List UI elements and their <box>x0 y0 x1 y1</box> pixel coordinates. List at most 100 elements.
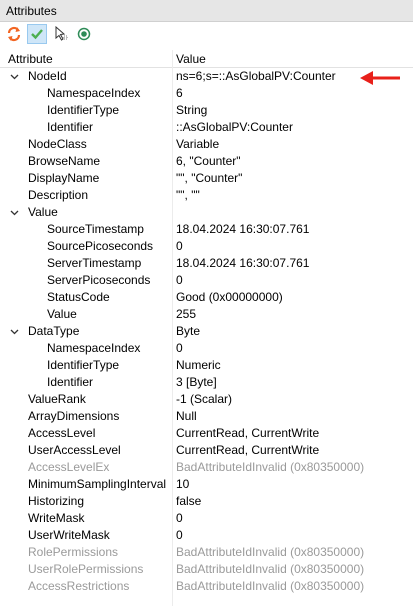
tree-row[interactable]: RolePermissions BadAttributeIdInvalid (0x… <box>0 544 413 561</box>
attribute-value: 18.04.2024 16:30:07.761 <box>176 256 310 270</box>
attribute-name: AccessLevel <box>28 426 96 440</box>
tree-row[interactable]: NodeId ns=6;s=::AsGlobalPV:Counter <box>0 68 413 85</box>
attribute-name: AccessRestrictions <box>28 579 130 593</box>
attribute-name: MinimumSamplingInterval <box>28 477 167 491</box>
attribute-value: "", "" <box>176 188 200 202</box>
attribute-name: NamespaceIndex <box>47 86 141 100</box>
attribute-value: 6, "Counter" <box>176 154 241 168</box>
attribute-name: BrowseName <box>28 154 101 168</box>
attribute-value: Variable <box>176 137 220 151</box>
tree-row[interactable]: ServerTimestamp 18.04.2024 16:30:07.761 <box>0 255 413 272</box>
attribute-name: AccessLevelEx <box>28 460 110 474</box>
toolbar <box>0 22 413 46</box>
check-icon <box>31 29 43 40</box>
attribute-name: DisplayName <box>28 171 100 185</box>
tree-row[interactable]: StatusCode Good (0x00000000) <box>0 289 413 306</box>
validate-toggle-button[interactable] <box>27 24 47 44</box>
attribute-value: 0 <box>176 239 183 253</box>
attribute-name: ArrayDimensions <box>28 409 120 423</box>
attribute-value: 0 <box>176 528 183 542</box>
pointer-icon <box>55 26 68 41</box>
attribute-value: ns=6;s=::AsGlobalPV:Counter <box>176 69 336 83</box>
tree-row[interactable]: ServerPicoseconds 0 <box>0 272 413 289</box>
tree-row[interactable]: IdentifierType String <box>0 102 413 119</box>
tree-row[interactable]: Value 255 <box>0 306 413 323</box>
column-header-attribute[interactable]: Attribute <box>8 50 53 68</box>
attribute-value: CurrentRead, CurrentWrite <box>176 426 320 440</box>
attribute-name: Historizing <box>28 494 85 508</box>
attribute-value: 18.04.2024 16:30:07.761 <box>176 222 310 236</box>
select-pointer-button[interactable] <box>51 24 71 44</box>
tree-row[interactable]: UserAccessLevel CurrentRead, CurrentWrite <box>0 442 413 459</box>
attribute-value: "", "Counter" <box>176 171 243 185</box>
tree-row[interactable]: MinimumSamplingInterval 10 <box>0 476 413 493</box>
attribute-value: Byte <box>176 324 201 338</box>
attribute-name: Value <box>28 205 58 219</box>
tree-row[interactable]: Historizing false <box>0 493 413 510</box>
tree-row[interactable]: NamespaceIndex 0 <box>0 340 413 357</box>
attribute-value: 3 [Byte] <box>176 375 217 389</box>
table-header: Attribute Value <box>0 50 413 68</box>
attribute-name: NamespaceIndex <box>47 341 141 355</box>
tree-row[interactable]: Description "", "" <box>0 187 413 204</box>
tree-row[interactable]: ValueRank -1 (Scalar) <box>0 391 413 408</box>
tree-row[interactable]: SourceTimestamp 18.04.2024 16:30:07.761 <box>0 221 413 238</box>
tree-row[interactable]: AccessLevelEx BadAttributeIdInvalid (0x80… <box>0 459 413 476</box>
attribute-name: ServerTimestamp <box>47 256 142 270</box>
tree-row[interactable]: Identifier::AsGlobalPV:Counter <box>0 119 413 136</box>
attribute-name: IdentifierType <box>47 358 120 372</box>
radio-icon <box>77 27 91 41</box>
attribute-value: Numeric <box>176 358 221 372</box>
attribute-name: ServerPicoseconds <box>47 273 151 287</box>
attribute-value: 0 <box>176 511 183 525</box>
tree-row[interactable]: AccessRestrictions BadAttributeIdInvalid … <box>0 578 413 595</box>
monitor-button[interactable] <box>74 24 94 44</box>
tree-row[interactable]: WriteMask 0 <box>0 510 413 527</box>
attribute-name: StatusCode <box>47 290 110 304</box>
attribute-name: UserRolePermissions <box>28 562 144 576</box>
attribute-name: NodeClass <box>28 137 87 151</box>
attribute-name: RolePermissions <box>28 545 119 559</box>
attribute-value: 0 <box>176 341 183 355</box>
attribute-value: -1 (Scalar) <box>176 392 233 406</box>
tree-row[interactable]: DataType Byte <box>0 323 413 340</box>
tree-row[interactable]: DisplayName "", "Counter" <box>0 170 413 187</box>
attribute-name: NodeId <box>28 69 67 83</box>
chevron-down-icon[interactable] <box>9 204 19 221</box>
attribute-name: UserWriteMask <box>28 528 110 542</box>
chevron-down-icon[interactable] <box>9 68 19 85</box>
attribute-name: ValueRank <box>28 392 86 406</box>
chevron-down-icon[interactable] <box>9 323 19 340</box>
refresh-button[interactable] <box>4 24 24 44</box>
attribute-name: Identifier <box>47 120 94 134</box>
tree-row[interactable]: IdentifierType Numeric <box>0 357 413 374</box>
attribute-name: SourcePicoseconds <box>47 239 154 253</box>
tree-row[interactable]: ArrayDimensions Null <box>0 408 413 425</box>
tree-row[interactable]: Value <box>0 204 413 221</box>
tree-row[interactable]: UserRolePermissions BadAttributeIdInvalid… <box>0 561 413 578</box>
attribute-name: SourceTimestamp <box>47 222 144 236</box>
attribute-name: Identifier <box>47 375 94 389</box>
attribute-value: 255 <box>176 307 197 321</box>
tree-row[interactable]: SourcePicoseconds 0 <box>0 238 413 255</box>
tree-row[interactable]: NamespaceIndex 6 <box>0 85 413 102</box>
attribute-value: String <box>176 103 208 117</box>
attribute-value: BadAttributeIdInvalid (0x80350000) <box>176 579 365 593</box>
attribute-value: BadAttributeIdInvalid (0x80350000) <box>176 562 365 576</box>
attribute-name: IdentifierType <box>47 103 120 117</box>
attribute-value: Null <box>176 409 197 423</box>
tree-row[interactable]: UserWriteMask 0 <box>0 527 413 544</box>
attribute-value: BadAttributeIdInvalid (0x80350000) <box>176 545 365 559</box>
tree-row[interactable]: BrowseName 6, "Counter" <box>0 153 413 170</box>
tree-row[interactable]: NodeClass Variable <box>0 136 413 153</box>
attribute-name: UserAccessLevel <box>28 443 121 457</box>
tree-row[interactable]: Identifier 3 [Byte] <box>0 374 413 391</box>
attribute-name: DataType <box>28 324 80 338</box>
panel-title: Attributes <box>0 0 413 22</box>
attribute-value: ::AsGlobalPV:Counter <box>176 120 293 134</box>
tree-row[interactable]: AccessLevel CurrentRead, CurrentWrite <box>0 425 413 442</box>
attribute-name: Value <box>47 307 77 321</box>
attribute-value: BadAttributeIdInvalid (0x80350000) <box>176 460 365 474</box>
red-arrow-annotation <box>360 71 400 85</box>
column-header-value[interactable]: Value <box>176 50 206 68</box>
